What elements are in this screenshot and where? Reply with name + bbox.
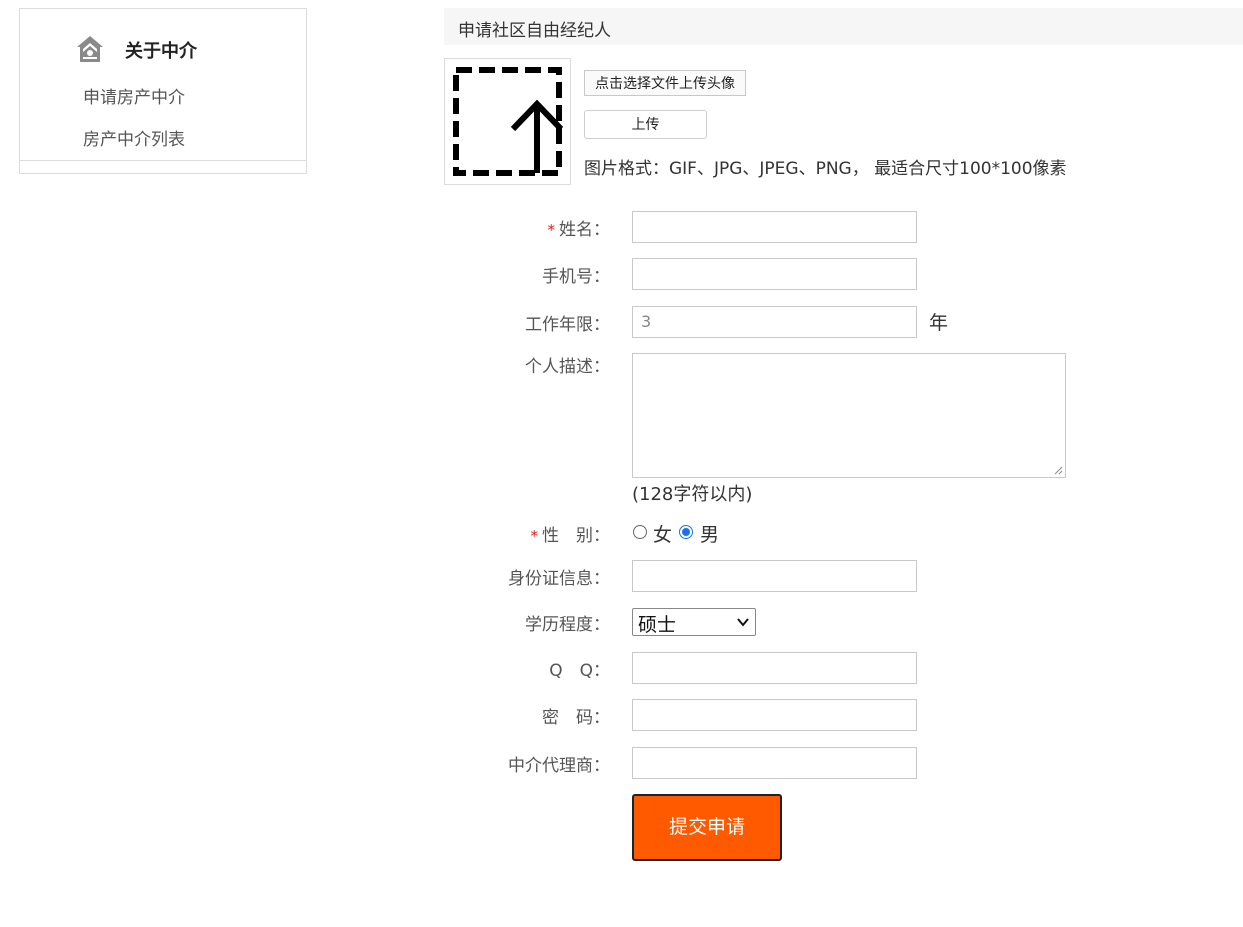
gender-label: * 性 别： — [530, 526, 611, 546]
phone-input[interactable] — [632, 258, 917, 290]
avatar-preview[interactable] — [444, 58, 571, 185]
years-input[interactable]: 3 — [632, 306, 917, 338]
password-label: 密 码： — [542, 708, 610, 728]
page-title: 申请社区自由经纪人 — [458, 21, 611, 41]
education-label: 学历程度： — [525, 615, 610, 635]
agency-label: 中介代理商： — [508, 756, 610, 776]
resize-grip-icon[interactable] — [1054, 466, 1063, 475]
id-info-input[interactable] — [632, 560, 917, 592]
qq-label: Q Q： — [549, 661, 610, 681]
description-hint: (128字符以内) — [632, 484, 753, 505]
password-input[interactable] — [632, 699, 917, 731]
upload-arrow-icon — [453, 67, 564, 176]
choose-file-button[interactable]: 点击选择文件上传头像 — [584, 70, 746, 96]
qq-input[interactable] — [632, 652, 917, 684]
gender-male-radio[interactable] — [679, 525, 693, 539]
sidebar-title: 关于中介 — [125, 41, 197, 62]
name-label: * 姓名： — [547, 220, 611, 240]
sidebar-header: 关于中介 — [20, 9, 306, 89]
house-icon — [77, 36, 103, 62]
sidebar-item-agent-list[interactable]: 房产中介列表 — [83, 125, 185, 150]
education-select[interactable]: 硕士 — [632, 608, 756, 636]
required-mark: * — [530, 527, 539, 545]
sidebar-divider — [20, 160, 306, 161]
id-info-label: 身份证信息： — [508, 569, 610, 589]
description-label: 个人描述： — [525, 357, 610, 377]
chevron-down-icon — [737, 618, 749, 627]
gender-male-label[interactable]: 男 — [700, 520, 719, 547]
gender-female-label[interactable]: 女 — [653, 520, 672, 547]
sidebar: 关于中介 申请房产中介 房产中介列表 — [19, 8, 307, 174]
description-textarea[interactable] — [632, 353, 1066, 478]
upload-button[interactable]: 上传 — [584, 110, 707, 139]
image-format-note: 图片格式：GIF、JPG、JPEG、PNG， 最适合尺寸100*100像素 — [584, 159, 1067, 179]
submit-button[interactable]: 提交申请 — [632, 794, 782, 861]
education-selected-value: 硕士 — [638, 614, 677, 636]
required-mark: * — [547, 221, 556, 239]
agency-input[interactable] — [632, 747, 917, 779]
sidebar-item-apply-agent[interactable]: 申请房产中介 — [83, 83, 185, 108]
phone-label: 手机号： — [542, 267, 610, 287]
years-label: 工作年限： — [525, 315, 610, 335]
name-input[interactable] — [632, 211, 917, 243]
page-header: 申请社区自由经纪人 — [444, 8, 1243, 45]
gender-female-radio[interactable] — [633, 525, 647, 539]
years-unit: 年 — [929, 312, 949, 334]
